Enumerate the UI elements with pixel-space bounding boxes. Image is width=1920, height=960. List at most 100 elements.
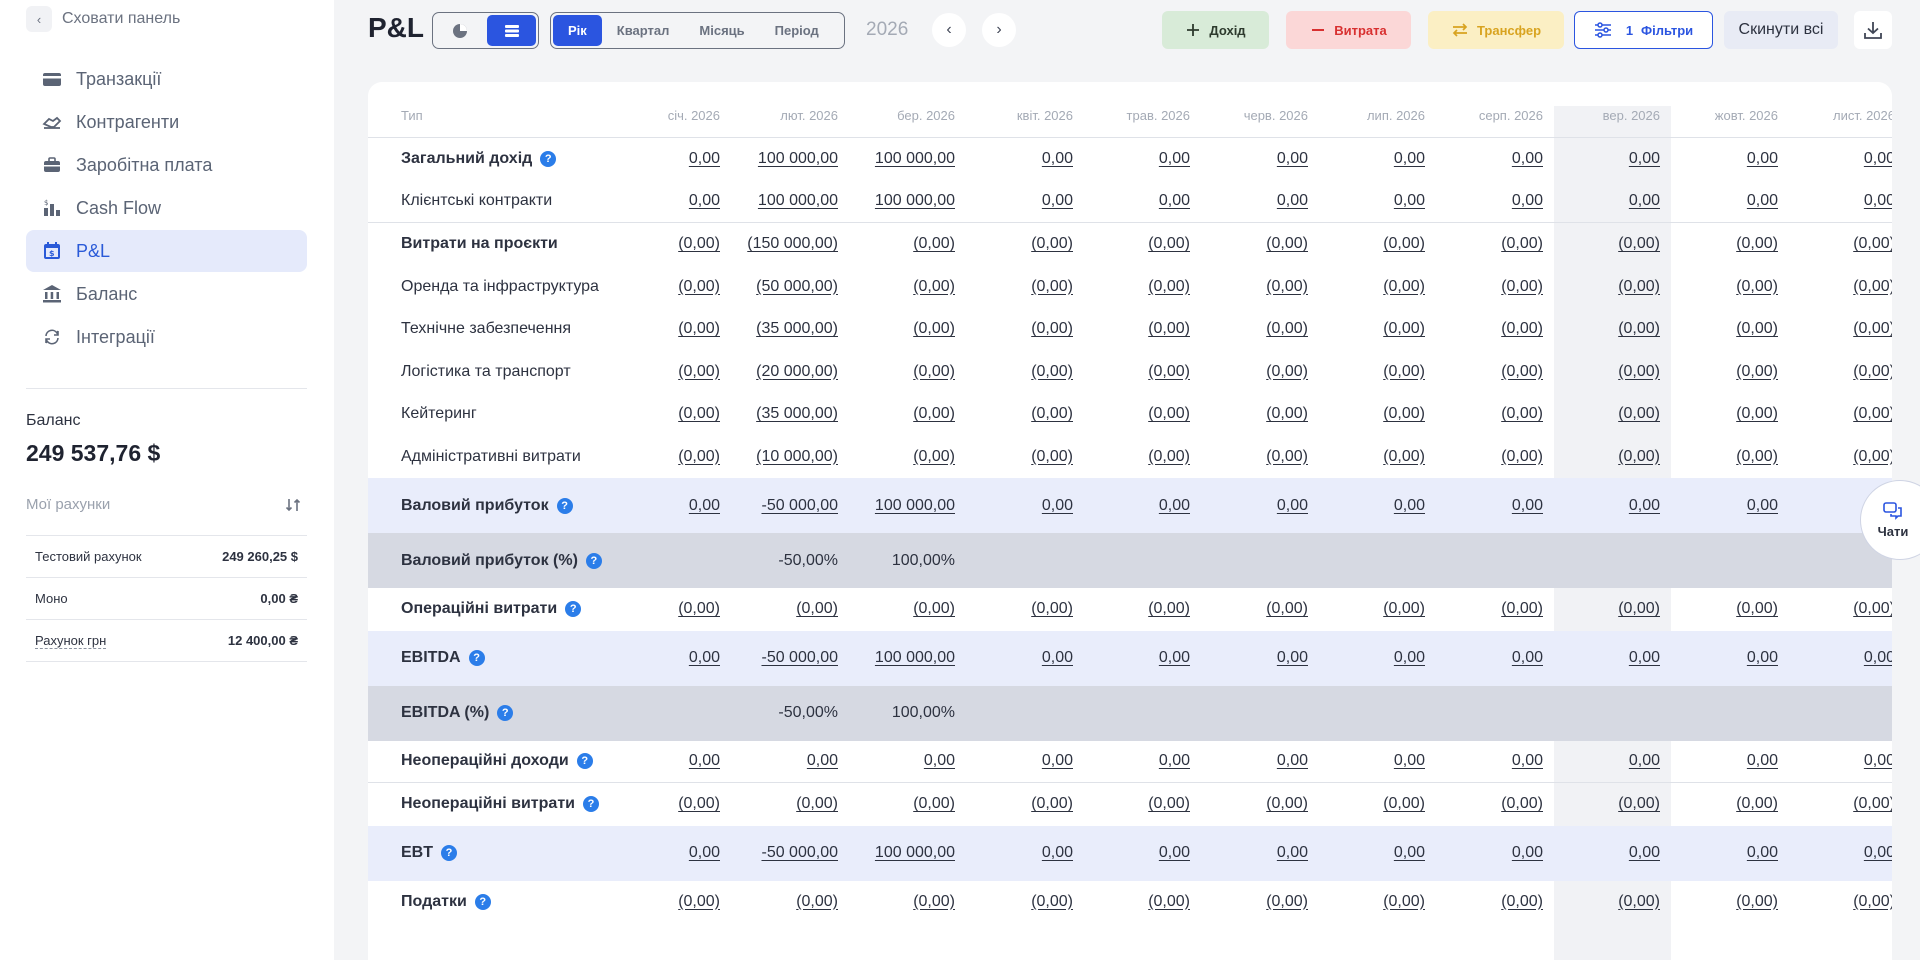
table-cell[interactable]: 0,00: [1090, 497, 1190, 515]
table-cell[interactable]: (0,00): [1325, 600, 1425, 618]
table-cell[interactable]: (0,00): [1208, 893, 1308, 911]
table-cell[interactable]: (0,00): [1325, 893, 1425, 911]
table-cell[interactable]: 0,00: [1208, 752, 1308, 770]
table-cell[interactable]: (0,00): [1560, 795, 1660, 813]
table-cell[interactable]: (0,00): [1208, 278, 1308, 296]
next-year-button[interactable]: ›: [982, 13, 1016, 47]
table-cell[interactable]: (0,00): [620, 235, 720, 253]
table-cell[interactable]: (0,00): [1560, 405, 1660, 423]
table-cell[interactable]: (0,00): [973, 405, 1073, 423]
table-cell[interactable]: 0,00: [1090, 192, 1190, 210]
table-cell[interactable]: (0,00): [973, 363, 1073, 381]
table-cell[interactable]: 0,00: [620, 752, 720, 770]
table-cell[interactable]: 100 000,00: [855, 649, 955, 667]
table-cell[interactable]: 0,00: [1325, 649, 1425, 667]
collapse-panel-button[interactable]: ‹ Сховати панель: [26, 6, 180, 32]
table-cell[interactable]: (0,00): [1678, 893, 1778, 911]
table-cell[interactable]: (0,00): [738, 795, 838, 813]
table-cell[interactable]: (0,00): [1443, 893, 1543, 911]
filters-button[interactable]: 1 Фільтри: [1574, 11, 1713, 49]
table-cell[interactable]: (0,00): [620, 278, 720, 296]
table-cell[interactable]: 0,00: [1678, 497, 1778, 515]
table-cell[interactable]: 0,00: [1560, 497, 1660, 515]
table-cell[interactable]: 0,00: [1325, 150, 1425, 168]
table-cell[interactable]: (0,00): [1795, 320, 1892, 338]
table-cell[interactable]: (0,00): [855, 235, 955, 253]
table-cell[interactable]: 0,00: [620, 497, 720, 515]
reset-all-button[interactable]: Скинути всі: [1724, 11, 1838, 49]
table-cell[interactable]: (0,00): [855, 320, 955, 338]
table-cell[interactable]: 100 000,00: [855, 497, 955, 515]
table-cell[interactable]: (0,00): [1795, 448, 1892, 466]
table-cell[interactable]: (0,00): [620, 600, 720, 618]
table-cell[interactable]: 100 000,00: [855, 150, 955, 168]
table-cell[interactable]: (0,00): [1325, 320, 1425, 338]
table-cell[interactable]: 0,00: [1795, 192, 1892, 210]
table-cell[interactable]: (0,00): [1325, 278, 1425, 296]
table-cell[interactable]: 100 000,00: [738, 150, 838, 168]
table-cell[interactable]: 0,00: [1443, 150, 1543, 168]
table-cell[interactable]: (0,00): [1208, 600, 1308, 618]
table-cell[interactable]: 0,00: [1678, 752, 1778, 770]
table-cell[interactable]: (0,00): [1325, 448, 1425, 466]
table-cell[interactable]: (0,00): [1443, 278, 1543, 296]
table-cell[interactable]: 0,00: [1560, 150, 1660, 168]
table-cell[interactable]: 0,00: [1208, 192, 1308, 210]
table-cell[interactable]: (50 000,00): [738, 278, 838, 296]
table-cell[interactable]: (0,00): [1208, 405, 1308, 423]
table-cell[interactable]: (0,00): [1560, 893, 1660, 911]
sort-icon[interactable]: [285, 497, 301, 513]
table-cell[interactable]: (0,00): [1678, 278, 1778, 296]
table-cell[interactable]: 0,00: [1443, 844, 1543, 862]
table-cell[interactable]: (0,00): [1678, 235, 1778, 253]
table-cell[interactable]: (0,00): [1560, 363, 1660, 381]
table-cell[interactable]: 0,00: [1795, 752, 1892, 770]
table-cell[interactable]: (10 000,00): [738, 448, 838, 466]
help-icon[interactable]: ?: [441, 845, 457, 861]
table-cell[interactable]: (0,00): [973, 795, 1073, 813]
table-cell[interactable]: (0,00): [1208, 363, 1308, 381]
table-cell[interactable]: (35 000,00): [738, 320, 838, 338]
table-cell[interactable]: (0,00): [620, 795, 720, 813]
table-cell[interactable]: (150 000,00): [738, 235, 838, 253]
account-row[interactable]: Тестовий рахунок 249 260,25 $: [26, 536, 307, 578]
table-cell[interactable]: (0,00): [973, 320, 1073, 338]
table-cell[interactable]: (0,00): [973, 235, 1073, 253]
table-cell[interactable]: (0,00): [1325, 363, 1425, 381]
table-cell[interactable]: 0,00: [1090, 752, 1190, 770]
table-cell[interactable]: (0,00): [1090, 363, 1190, 381]
table-cell[interactable]: (0,00): [1443, 600, 1543, 618]
table-cell[interactable]: (0,00): [973, 278, 1073, 296]
table-cell[interactable]: (0,00): [855, 448, 955, 466]
table-cell[interactable]: (0,00): [1443, 795, 1543, 813]
table-cell[interactable]: (0,00): [1443, 235, 1543, 253]
download-button[interactable]: [1854, 11, 1892, 49]
table-cell[interactable]: 0,00: [1560, 649, 1660, 667]
table-cell[interactable]: 0,00: [1325, 844, 1425, 862]
sidebar-item-transactions[interactable]: Транзакції: [26, 58, 307, 100]
table-cell[interactable]: (0,00): [1678, 405, 1778, 423]
table-cell[interactable]: 0,00: [1208, 649, 1308, 667]
table-cell[interactable]: 0,00: [620, 192, 720, 210]
table-cell[interactable]: 0,00: [1208, 150, 1308, 168]
table-cell[interactable]: 0,00: [1443, 192, 1543, 210]
table-cell[interactable]: (0,00): [1208, 320, 1308, 338]
table-cell[interactable]: 0,00: [738, 752, 838, 770]
table-cell[interactable]: 100 000,00: [855, 192, 955, 210]
table-cell[interactable]: (0,00): [1325, 795, 1425, 813]
table-cell[interactable]: (0,00): [738, 893, 838, 911]
table-cell[interactable]: (0,00): [855, 795, 955, 813]
table-cell[interactable]: (0,00): [1560, 235, 1660, 253]
table-cell[interactable]: (0,00): [620, 320, 720, 338]
table-cell[interactable]: (0,00): [855, 893, 955, 911]
table-cell[interactable]: (0,00): [1090, 235, 1190, 253]
table-cell[interactable]: (0,00): [1678, 600, 1778, 618]
table-cell[interactable]: (0,00): [1678, 795, 1778, 813]
table-cell[interactable]: 0,00: [1560, 192, 1660, 210]
sidebar-item-balance[interactable]: Баланс: [26, 273, 307, 315]
table-cell[interactable]: (0,00): [1795, 893, 1892, 911]
table-cell[interactable]: 0,00: [620, 649, 720, 667]
sidebar-item-counterparties[interactable]: Контрагенти: [26, 101, 307, 143]
sidebar-item-pnl[interactable]: $ P&L: [26, 230, 307, 272]
prev-year-button[interactable]: ‹: [932, 13, 966, 47]
